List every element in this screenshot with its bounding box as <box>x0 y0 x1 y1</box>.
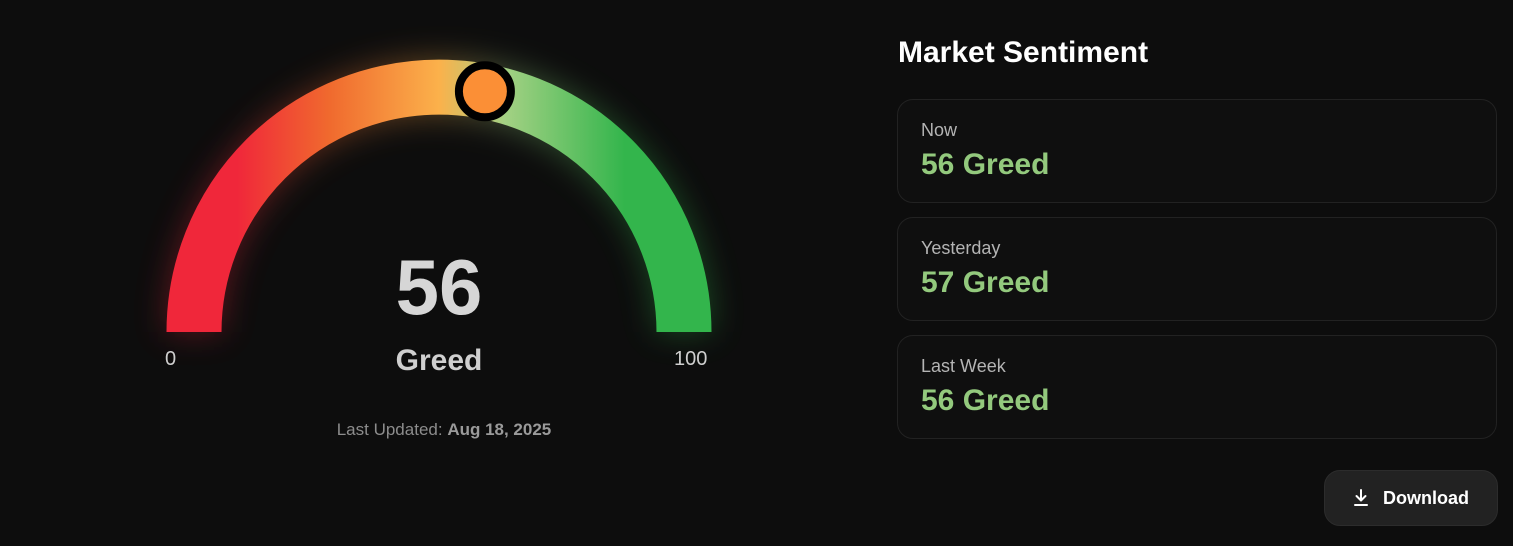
last-updated-date: Aug 18, 2025 <box>447 420 552 439</box>
gauge-section: 56 Greed 0 100 Last Updated: Aug 18, 202… <box>0 0 880 546</box>
sentiment-card-yesterday: Yesterday 57 Greed <box>897 217 1497 321</box>
gauge-value: 56 <box>395 243 483 331</box>
last-updated: Last Updated: Aug 18, 2025 <box>234 420 654 440</box>
card-label: Last Week <box>921 356 1006 376</box>
card-value: 56 Greed <box>921 148 1050 181</box>
last-updated-prefix: Last Updated: <box>336 420 443 439</box>
card-label: Yesterday <box>921 238 1001 258</box>
card-value: 57 Greed <box>921 266 1050 299</box>
gauge-label: Greed <box>395 344 483 377</box>
market-sentiment-page: 56 Greed 0 100 Last Updated: Aug 18, 202… <box>0 0 1513 546</box>
gauge-min-label: 0 <box>165 348 177 370</box>
sentiment-card-last-week: Last Week 56 Greed <box>897 335 1497 439</box>
download-icon <box>1354 489 1368 506</box>
gauge-marker <box>454 61 515 122</box>
card-label: Now <box>921 120 958 140</box>
gauge-max-label: 100 <box>674 348 708 370</box>
sentiment-card-now: Now 56 Greed <box>897 99 1497 203</box>
download-button[interactable]: Download <box>1324 470 1498 526</box>
download-button-label: Download <box>1383 487 1469 508</box>
panel-title: Market Sentiment <box>898 36 1149 69</box>
card-value: 56 Greed <box>921 384 1050 417</box>
